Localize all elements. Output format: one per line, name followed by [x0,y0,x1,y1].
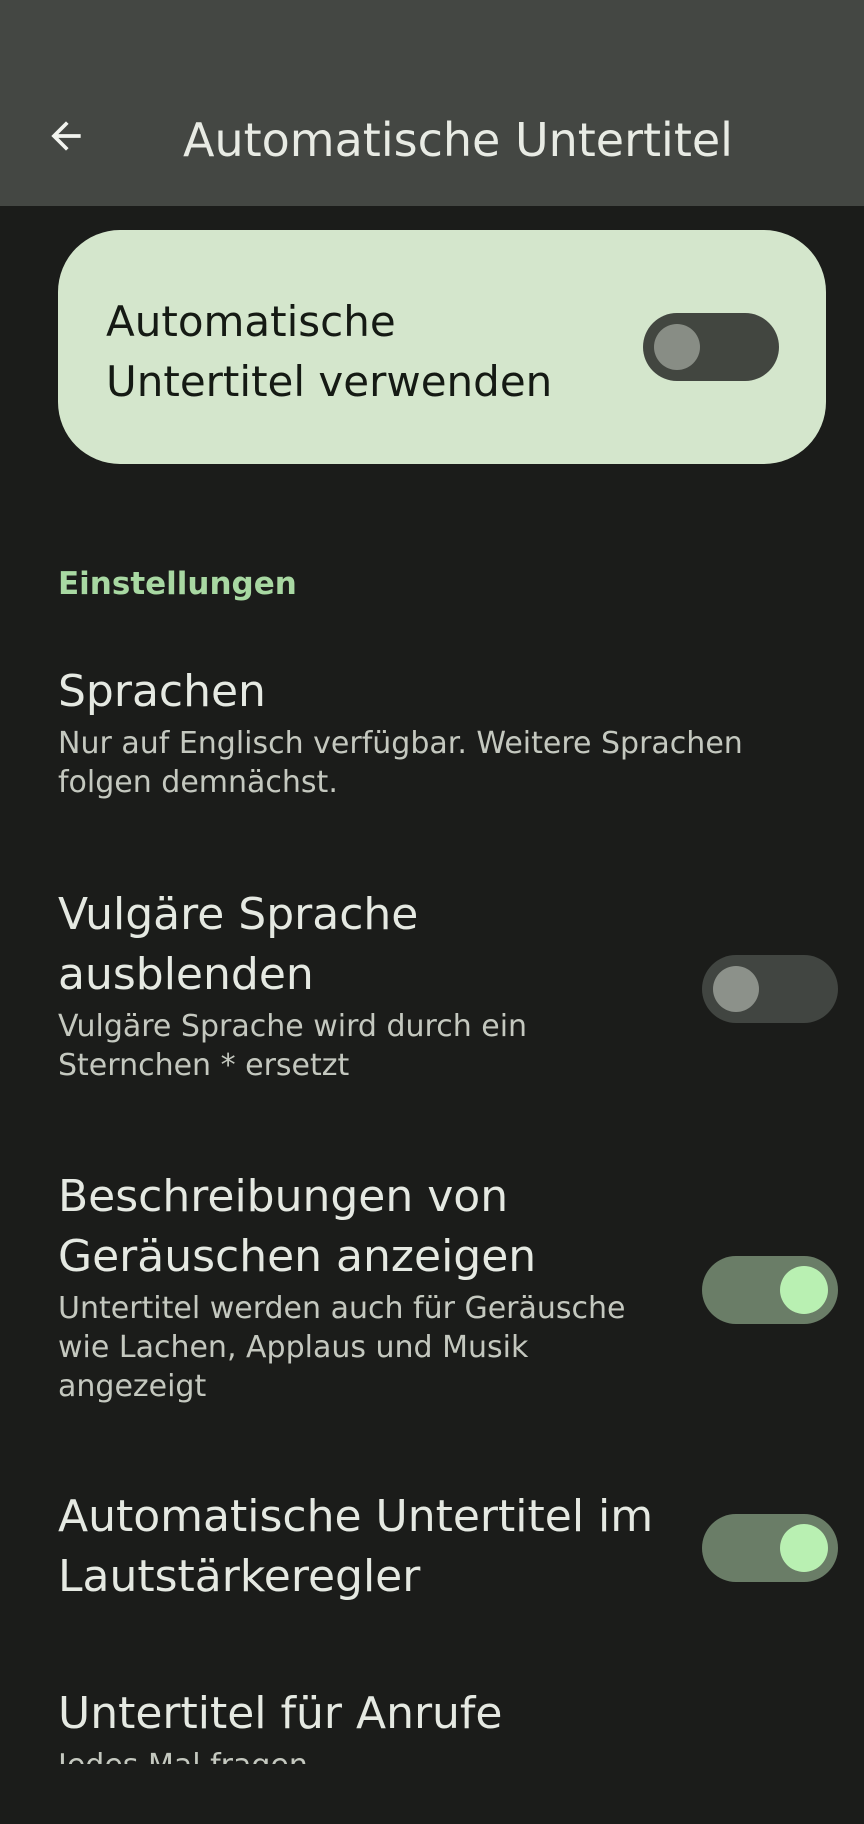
pref-languages[interactable]: Sprachen Nur auf Englisch verfügbar. Wei… [58,662,838,802]
switch-thumb [713,966,759,1012]
switch-thumb [654,324,700,370]
pref-summary: Nur auf Englisch verfügbar. Weitere Spra… [58,726,743,800]
switch-thumb [780,1266,828,1314]
pref-summary: Untertitel werden auch für Geräusche wie… [58,1291,626,1404]
pref-volume-control[interactable]: Automatische Untertitel im Lautstärkereg… [58,1487,838,1607]
hide-profanity-switch[interactable] [702,955,838,1023]
pref-sound-labels[interactable]: Beschreibungen von Geräuschen anzeigen U… [58,1167,838,1406]
pref-title: Beschreibungen von Geräuschen anzeigen [58,1171,537,1282]
switch-thumb [780,1524,828,1572]
main-toggle-switch[interactable] [643,313,779,381]
main-toggle-label: Automatische Untertitel verwenden [106,297,553,406]
pref-title: Vulgäre Sprache ausblenden [58,889,419,1000]
pref-title: Sprachen [58,666,266,717]
pref-title: Automatische Untertitel im Lautstärkereg… [58,1491,654,1602]
main-toggle-card[interactable]: Automatische Untertitel verwenden [58,230,826,464]
pref-title: Untertitel für Anrufe [58,1688,503,1739]
section-header: Einstellungen [58,566,297,602]
pref-call-captions[interactable]: Untertitel für Anrufe Jedes Mal fragen [58,1684,838,1764]
content-scroll-area[interactable]: Automatische Untertitel verwenden Einste… [0,0,864,1764]
pref-summary: Vulgäre Sprache wird durch ein Sternchen… [58,1009,528,1083]
pref-summary: Jedes Mal fragen [58,1746,838,1764]
sound-labels-switch[interactable] [702,1256,838,1324]
volume-control-switch[interactable] [702,1514,838,1582]
pref-hide-profanity[interactable]: Vulgäre Sprache ausblenden Vulgäre Sprac… [58,885,838,1085]
